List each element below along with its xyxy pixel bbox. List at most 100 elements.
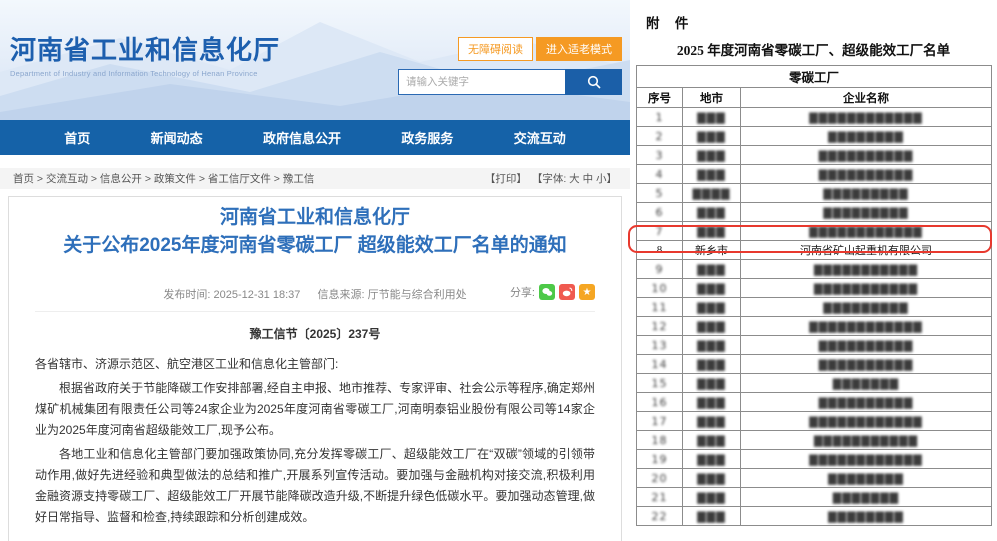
table-row: 4▇▇▇▇▇▇▇▇▇▇▇▇▇	[637, 165, 992, 184]
row-city: ▇▇▇	[683, 412, 741, 431]
article-title-line2: 关于公布2025年度河南省零碳工厂 超级能效工厂名单的通知	[35, 232, 595, 260]
search-button[interactable]	[565, 69, 622, 95]
page: 河南省工业和信息化厅 Department of Industry and In…	[0, 0, 997, 541]
share-weibo-icon[interactable]	[559, 284, 575, 300]
row-company: ▇▇▇▇▇▇▇▇▇▇	[741, 165, 992, 184]
row-city: ▇▇▇	[683, 165, 741, 184]
table-row: 17▇▇▇▇▇▇▇▇▇▇▇▇▇▇▇	[637, 412, 992, 431]
row-seq: 13	[637, 336, 683, 355]
row-seq: 5	[637, 184, 683, 203]
row-city: ▇▇▇	[683, 317, 741, 336]
row-seq: 18	[637, 431, 683, 450]
factory-table-body: 1▇▇▇▇▇▇▇▇▇▇▇▇▇▇▇2▇▇▇▇▇▇▇▇▇▇▇3▇▇▇▇▇▇▇▇▇▇▇…	[637, 108, 992, 526]
row-company: ▇▇▇▇▇▇▇▇▇	[741, 184, 992, 203]
row-seq: 8	[637, 241, 683, 260]
row-city: ▇▇▇	[683, 222, 741, 241]
body-paragraph-2: 各地工业和信息化主管部门要加强政策协同,充分发挥零碳工厂、超级能效工厂在“双碳”…	[35, 444, 595, 528]
nav-item-1[interactable]: 首页	[64, 128, 90, 147]
table-row: 14▇▇▇▇▇▇▇▇▇▇▇▇▇	[637, 355, 992, 374]
body-paragraph-1: 根据省政府关于节能降碳工作安排部署,经自主申报、地市推荐、专家评审、社会公示等程…	[35, 378, 595, 441]
publish-time: 发布时间: 2025-12-31 18:37	[163, 289, 300, 301]
accessibility-button[interactable]: 无障碍阅读	[458, 37, 533, 61]
row-seq: 22	[637, 507, 683, 526]
table-row: 1▇▇▇▇▇▇▇▇▇▇▇▇▇▇▇	[637, 108, 992, 127]
table-row: 18▇▇▇▇▇▇▇▇▇▇▇▇▇▇	[637, 431, 992, 450]
row-city: ▇▇▇	[683, 488, 741, 507]
row-company: ▇▇▇▇▇▇▇	[741, 374, 992, 393]
row-seq: 16	[637, 393, 683, 412]
row-company: ▇▇▇▇▇▇▇▇	[741, 127, 992, 146]
table-row: 20▇▇▇▇▇▇▇▇▇▇▇	[637, 469, 992, 488]
share-label: 分享:	[510, 284, 535, 300]
share-cluster: 分享: ★	[510, 284, 595, 300]
article-title-line1: 河南省工业和信息化厅	[35, 204, 595, 232]
article-meta: 发布时间: 2025-12-31 18:37 信息来源: 厅节能与综合利用处 分…	[35, 286, 595, 312]
row-city: ▇▇▇	[683, 450, 741, 469]
row-city: ▇▇▇	[683, 431, 741, 450]
row-company: ▇▇▇▇▇▇▇▇▇▇▇▇	[741, 317, 992, 336]
row-company: ▇▇▇▇▇▇▇▇▇▇▇▇	[741, 222, 992, 241]
site-subtitle: Department of Industry and Information T…	[10, 69, 280, 78]
row-company: ▇▇▇▇▇▇▇▇▇▇	[741, 393, 992, 412]
table-row-highlighted: 8新乡市河南省矿山起重机有限公司	[637, 241, 992, 260]
row-city: ▇▇▇	[683, 507, 741, 526]
row-company: ▇▇▇▇▇▇▇▇▇	[741, 298, 992, 317]
row-company: ▇▇▇▇▇▇▇▇	[741, 507, 992, 526]
row-city: ▇▇▇	[683, 146, 741, 165]
row-company: ▇▇▇▇▇▇▇▇▇▇▇▇	[741, 412, 992, 431]
row-seq: 10	[637, 279, 683, 298]
breadcrumb: 首页 > 交流互动 > 信息公开 > 政策文件 > 省工信厅文件 > 豫工信	[13, 171, 314, 186]
row-company: ▇▇▇▇▇▇▇▇▇▇	[741, 336, 992, 355]
row-company: ▇▇▇▇▇▇▇▇▇▇▇▇	[741, 450, 992, 469]
row-seq: 11	[637, 298, 683, 317]
font-size-controls[interactable]: 【字体: 大 中 小】	[532, 173, 617, 185]
table-section-header-row: 零碳工厂	[637, 66, 992, 88]
table-row: 3▇▇▇▇▇▇▇▇▇▇▇▇▇	[637, 146, 992, 165]
table-row: 13▇▇▇▇▇▇▇▇▇▇▇▇▇	[637, 336, 992, 355]
main-nav: 首页 新闻动态 政府信息公开 政务服务 交流互动	[0, 120, 630, 155]
row-city: ▇▇▇	[683, 260, 741, 279]
row-seq: 21	[637, 488, 683, 507]
search-input[interactable]	[398, 69, 565, 95]
row-company: ▇▇▇▇▇▇▇▇▇▇	[741, 146, 992, 165]
attachment-panel: 附 件 2025 年度河南省零碳工厂、超级能效工厂名单 零碳工厂 序号地市企业名…	[630, 0, 997, 541]
nav-item-2[interactable]: 新闻动态	[151, 128, 203, 147]
row-company: 河南省矿山起重机有限公司	[741, 241, 992, 260]
elder-mode-button[interactable]: 进入适老模式	[536, 37, 622, 61]
row-company: ▇▇▇▇▇▇▇▇▇▇	[741, 355, 992, 374]
nav-item-5[interactable]: 交流互动	[514, 128, 566, 147]
attachment-table-title: 2025 年度河南省零碳工厂、超级能效工厂名单	[636, 39, 991, 59]
table-row: 22▇▇▇▇▇▇▇▇▇▇▇	[637, 507, 992, 526]
row-city: ▇▇▇	[683, 374, 741, 393]
share-favorite-icon[interactable]: ★	[579, 284, 595, 300]
row-company: ▇▇▇▇▇▇▇▇▇▇▇	[741, 260, 992, 279]
row-company: ▇▇▇▇▇▇▇▇▇▇▇	[741, 431, 992, 450]
row-city: ▇▇▇	[683, 203, 741, 222]
row-seq: 14	[637, 355, 683, 374]
site-header: 河南省工业和信息化厅 Department of Industry and In…	[0, 0, 630, 120]
nav-item-4[interactable]: 政务服务	[401, 128, 453, 147]
row-seq: 12	[637, 317, 683, 336]
table-row: 5▇▇▇▇▇▇▇▇▇▇▇▇▇	[637, 184, 992, 203]
table-row: 12▇▇▇▇▇▇▇▇▇▇▇▇▇▇▇	[637, 317, 992, 336]
page-controls: 【打印】 【字体: 大 中 小】	[483, 171, 617, 186]
salutation: 各省辖市、济源示范区、航空港区工业和信息化主管部门:	[35, 354, 595, 375]
share-wechat-icon[interactable]	[539, 284, 555, 300]
row-city: ▇▇▇	[683, 336, 741, 355]
table-row: 10▇▇▇▇▇▇▇▇▇▇▇▇▇▇	[637, 279, 992, 298]
table-row: 16▇▇▇▇▇▇▇▇▇▇▇▇▇	[637, 393, 992, 412]
row-city: ▇▇▇	[683, 108, 741, 127]
row-company: ▇▇▇▇▇▇▇	[741, 488, 992, 507]
row-seq: 7	[637, 222, 683, 241]
header-tools: 无障碍阅读 进入适老模式	[398, 37, 622, 95]
row-seq: 3	[637, 146, 683, 165]
table-row: 11▇▇▇▇▇▇▇▇▇▇▇▇	[637, 298, 992, 317]
row-company: ▇▇▇▇▇▇▇▇	[741, 469, 992, 488]
table-row: 2▇▇▇▇▇▇▇▇▇▇▇	[637, 127, 992, 146]
breadcrumb-bar: 首页 > 交流互动 > 信息公开 > 政策文件 > 省工信厅文件 > 豫工信 【…	[0, 168, 630, 189]
table-row: 7▇▇▇▇▇▇▇▇▇▇▇▇▇▇▇	[637, 222, 992, 241]
website-panel: 河南省工业和信息化厅 Department of Industry and In…	[0, 0, 630, 541]
nav-item-3[interactable]: 政府信息公开	[263, 128, 341, 147]
print-button[interactable]: 【打印】	[485, 173, 527, 185]
column-header: 地市	[683, 88, 741, 108]
